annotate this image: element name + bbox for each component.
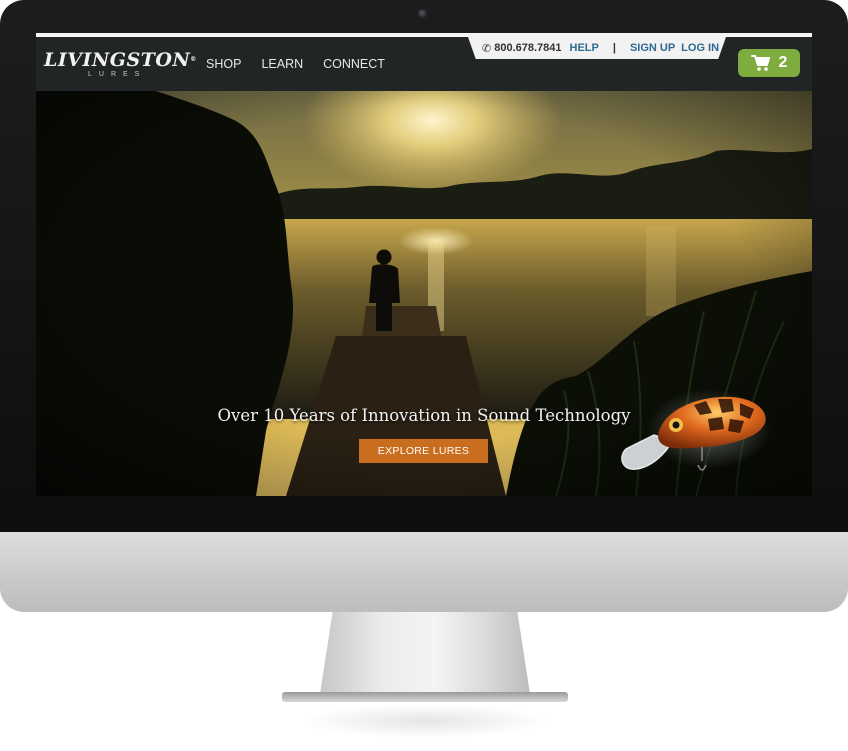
cart-count: 2 [778,54,788,71]
explore-lures-button[interactable]: EXPLORE LURES [359,439,488,463]
signup-link[interactable]: SIGN UP [630,42,675,54]
utility-separator: | [612,42,616,54]
nav-connect[interactable]: CONNECT [323,57,385,71]
nav-learn[interactable]: LEARN [261,57,303,71]
help-link[interactable]: HELP [570,42,599,54]
crankbait-lure-image [621,389,771,471]
logo-wordmark: LIVINGSTON® [44,49,197,71]
main-nav: SHOP LEARN CONNECT [206,57,385,71]
monitor-chin [0,532,848,612]
hero-banner: Over 10 Years of Innovation in Sound Tec… [36,91,812,496]
logo[interactable]: LIVINGSTON® LURES [44,50,197,86]
stand-shadow [300,704,550,738]
cart-icon [750,55,770,71]
camera-icon [418,9,428,19]
nav-shop[interactable]: SHOP [206,57,241,71]
utility-bar: ✆ 800.678.7841 HELP | SIGN UP LOG IN [468,37,726,59]
cart-button[interactable]: 2 [738,49,800,77]
monitor-stand-base [282,692,568,702]
phone-number[interactable]: 800.678.7841 [494,42,561,54]
monitor-bezel: LIVINGSTON® LURES SHOP LEARN CONNECT ✆ 8… [0,0,848,532]
site-header: LIVINGSTON® LURES SHOP LEARN CONNECT ✆ 8… [36,33,812,91]
phone-icon: ✆ [482,41,492,55]
logo-tagline: LURES [88,71,147,78]
login-link[interactable]: LOG IN [681,42,719,54]
browser-viewport: LIVINGSTON® LURES SHOP LEARN CONNECT ✆ 8… [36,33,812,496]
monitor-stand [320,612,530,694]
